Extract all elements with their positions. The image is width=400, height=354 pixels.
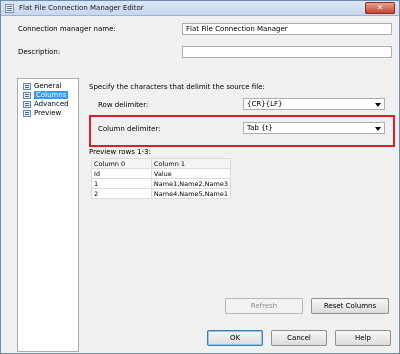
grid-header[interactable]: Column 1	[150, 158, 232, 169]
page-icon	[23, 101, 31, 108]
nav-item-advanced[interactable]: Advanced	[22, 100, 69, 109]
reset-columns-button[interactable]: Reset Columns	[311, 298, 389, 314]
connection-name-input[interactable]: Flat File Connection Manager	[182, 23, 392, 35]
grid-cell: Name1,Name2,Name3	[150, 178, 232, 189]
table-row[interactable]: 1 Name1,Name2,Name3	[91, 178, 232, 189]
title-bar[interactable]: Flat File Connection Manager Editor ✕	[1, 1, 399, 16]
nav-list: General Columns Advanced Preview	[20, 82, 69, 118]
chevron-down-icon[interactable]	[375, 103, 381, 107]
help-button[interactable]: Help	[335, 330, 391, 346]
column-delimiter-select[interactable]: Tab {t}	[243, 122, 385, 134]
column-delimiter-label: Column delimiter:	[98, 125, 161, 133]
table-row[interactable]: 2 Name4,Name5,Name1	[91, 188, 232, 199]
grid-cell: 1	[91, 178, 152, 189]
page-icon	[23, 110, 31, 117]
preview-label: Preview rows 1-3:	[89, 148, 151, 156]
window-title: Flat File Connection Manager Editor	[19, 4, 144, 12]
chevron-down-icon[interactable]	[375, 127, 381, 131]
nav-item-label: Preview	[34, 109, 62, 117]
grid-cell: Value	[150, 168, 232, 179]
nav-item-label: Advanced	[34, 100, 69, 108]
page-icon	[23, 83, 31, 90]
preview-grid[interactable]: Column 0 Column 1 Id Value 1 Name1,Name2…	[91, 158, 232, 199]
nav-panel: General Columns Advanced Preview	[17, 78, 79, 352]
nav-item-label: General	[34, 82, 62, 90]
editor-window: Flat File Connection Manager Editor ✕ Co…	[0, 0, 400, 354]
cancel-button[interactable]: Cancel	[271, 330, 327, 346]
delimit-heading: Specify the characters that delimit the …	[89, 83, 265, 91]
nav-item-general[interactable]: General	[22, 82, 69, 91]
grid-header[interactable]: Column 0	[91, 158, 152, 169]
nav-item-columns[interactable]: Columns	[22, 91, 69, 100]
description-label: Description:	[18, 48, 61, 56]
app-icon	[5, 4, 14, 13]
column-delimiter-value: Tab {t}	[247, 124, 273, 132]
close-button[interactable]: ✕	[365, 2, 395, 14]
description-input[interactable]	[182, 46, 392, 58]
nav-item-preview[interactable]: Preview	[22, 109, 69, 118]
grid-cell: 2	[91, 188, 152, 199]
connection-name-label: Connection manager name:	[18, 25, 116, 33]
row-delimiter-select[interactable]: {CR}{LF}	[243, 98, 385, 110]
page-icon	[23, 92, 31, 99]
ok-button[interactable]: OK	[207, 330, 263, 346]
grid-cell: Id	[91, 168, 152, 179]
row-delimiter-value: {CR}{LF}	[247, 100, 283, 108]
dialog-content: Connection manager name: Flat File Conne…	[7, 20, 395, 352]
row-delimiter-label: Row delimiter:	[98, 101, 149, 109]
grid-cell: Name4,Name5,Name1	[150, 188, 232, 199]
table-row[interactable]: Id Value	[91, 168, 232, 179]
refresh-button[interactable]: Refresh	[225, 298, 303, 314]
nav-item-label: Columns	[34, 91, 69, 99]
grid-header-row: Column 0 Column 1	[91, 158, 232, 169]
